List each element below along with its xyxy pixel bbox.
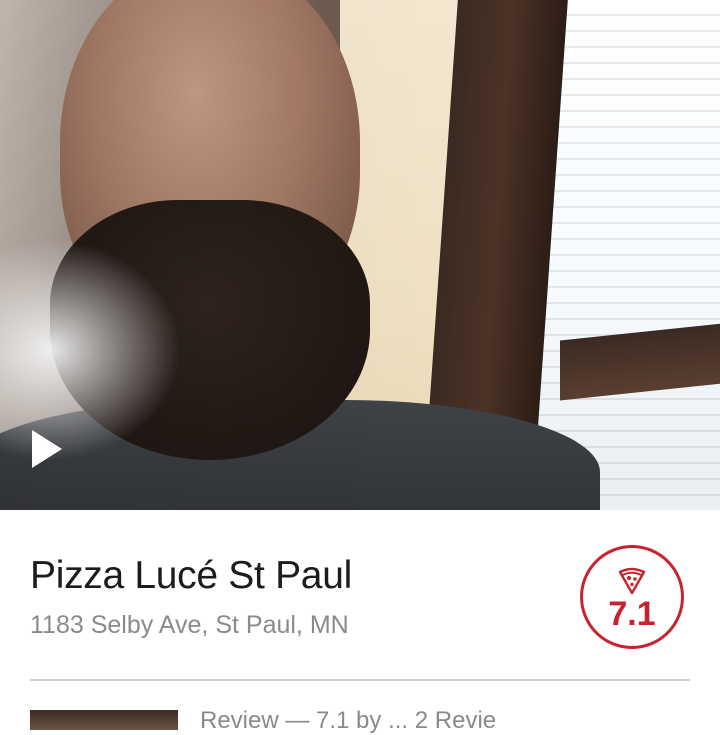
divider	[30, 679, 690, 681]
play-icon[interactable]	[32, 430, 62, 468]
video-shade	[0, 0, 720, 510]
video-thumbnail[interactable]	[0, 0, 720, 510]
place-name: Pizza Lucé St Paul	[30, 554, 352, 597]
pizza-slice-icon	[618, 567, 646, 595]
rating-badge[interactable]: 7.1	[580, 545, 684, 649]
place-address[interactable]: 1183 Selby Ave, St Paul, MN	[30, 611, 349, 640]
review-thumbnail[interactable]	[30, 710, 178, 730]
rating-value: 7.1	[608, 595, 656, 633]
review-snippet[interactable]: Review — 7.1 by ... 2 Revie	[200, 707, 496, 735]
